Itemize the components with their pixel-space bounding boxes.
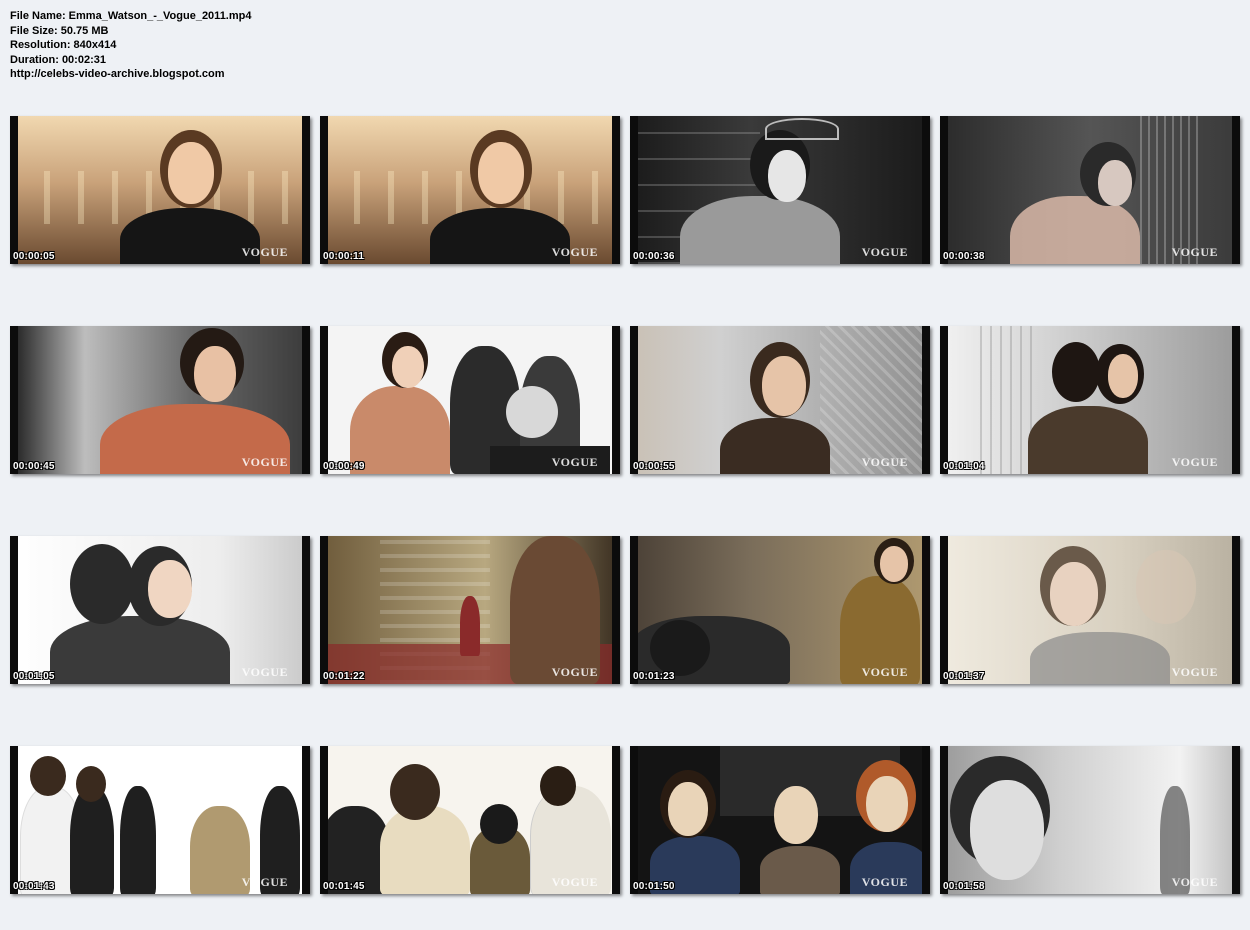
video-thumbnail[interactable]: VOGUE 00:01:04 [940,326,1240,474]
letterbox-bar [302,746,310,894]
letterbox-bar [940,326,948,474]
vogue-watermark: VOGUE [241,455,288,469]
file-size: File Size: 50.75 MB [10,24,109,37]
vogue-watermark: VOGUE [1171,665,1218,679]
thumbnail-timestamp: 00:01:37 [943,671,985,682]
video-thumbnail[interactable]: VOGUE 00:00:11 [320,116,620,264]
thumbnail-timestamp: 00:01:45 [323,881,365,892]
video-thumbnail[interactable]: VOGUE 00:01:43 [10,746,310,894]
letterbox-bar [302,536,310,684]
letterbox-bar [1232,116,1240,264]
thumbnail-timestamp: 00:01:50 [633,881,675,892]
video-thumbnail[interactable]: VOGUE 00:00:45 [10,326,310,474]
letterbox-bar [1232,326,1240,474]
vogue-watermark: VOGUE [1171,875,1218,889]
letterbox-bar [1232,536,1240,684]
letterbox-bar [612,746,620,894]
letterbox-bar [320,536,328,684]
letterbox-bar [630,536,638,684]
vogue-watermark: VOGUE [861,245,908,259]
letterbox-bar [922,536,930,684]
letterbox-bar [922,326,930,474]
vogue-watermark: VOGUE [551,665,598,679]
thumbnail-grid: VOGUE 00:00:05 VOGUE 00:00:11 VOGUE 00:00:3… [10,116,1240,894]
thumbnail-timestamp: 00:00:38 [943,251,985,262]
letterbox-bar [320,116,328,264]
video-thumbnail[interactable]: VOGUE 00:00:36 [630,116,930,264]
vogue-watermark: VOGUE [551,875,598,889]
duration: Duration: 00:02:31 [10,53,106,66]
letterbox-bar [612,116,620,264]
vogue-watermark: VOGUE [241,245,288,259]
letterbox-bar [10,746,18,894]
letterbox-bar [320,326,328,474]
thumbnail-timestamp: 00:01:04 [943,461,985,472]
thumbnail-timestamp: 00:00:05 [13,251,55,262]
vogue-watermark: VOGUE [861,875,908,889]
video-thumbnail[interactable]: VOGUE 00:01:58 [940,746,1240,894]
thumbnail-timestamp: 00:01:22 [323,671,365,682]
source-url: http://celebs-video-archive.blogspot.com [10,68,225,80]
video-thumbnail[interactable]: VOGUE 00:01:37 [940,536,1240,684]
letterbox-bar [922,746,930,894]
vogue-watermark: VOGUE [241,875,288,889]
vogue-watermark: VOGUE [551,455,598,469]
video-thumbnail[interactable]: VOGUE 00:00:55 [630,326,930,474]
resolution: Resolution: 840x414 [10,39,117,51]
thumbnail-timestamp: 00:00:11 [323,251,365,262]
video-thumbnail[interactable]: VOGUE 00:01:05 [10,536,310,684]
thumbnail-timestamp: 00:01:23 [633,671,675,682]
thumbnail-timestamp: 00:00:36 [633,251,675,262]
video-thumbnail[interactable]: VOGUE 00:01:45 [320,746,620,894]
letterbox-bar [940,746,948,894]
letterbox-bar [320,746,328,894]
vogue-watermark: VOGUE [861,665,908,679]
vogue-watermark: VOGUE [1171,245,1218,259]
video-thumbnail[interactable]: VOGUE 00:01:22 [320,536,620,684]
vogue-watermark: VOGUE [861,455,908,469]
thumbnail-timestamp: 00:00:49 [323,461,365,472]
letterbox-bar [630,326,638,474]
thumbnail-timestamp: 00:01:58 [943,881,985,892]
letterbox-bar [630,746,638,894]
file-name: File Name: Emma_Watson_-_Vogue_2011.mp4 [10,10,252,22]
letterbox-bar [302,116,310,264]
letterbox-bar [630,116,638,264]
vogue-watermark: VOGUE [1171,455,1218,469]
letterbox-bar [1232,746,1240,894]
letterbox-bar [940,116,948,264]
vogue-watermark: VOGUE [241,665,288,679]
video-thumbnail[interactable]: VOGUE 00:01:23 [630,536,930,684]
file-info-header: File Name: Emma_Watson_-_Vogue_2011.mp4 … [10,9,251,82]
letterbox-bar [10,326,18,474]
video-thumbnail[interactable]: VOGUE 00:00:38 [940,116,1240,264]
letterbox-bar [612,536,620,684]
video-thumbnail[interactable]: VOGUE 00:00:05 [10,116,310,264]
video-thumbnail[interactable]: VOGUE 00:00:49 [320,326,620,474]
letterbox-bar [612,326,620,474]
letterbox-bar [10,536,18,684]
thumbnail-timestamp: 00:01:43 [13,881,55,892]
letterbox-bar [302,326,310,474]
letterbox-bar [10,116,18,264]
video-thumbnail[interactable]: VOGUE 00:01:50 [630,746,930,894]
thumbnail-timestamp: 00:00:55 [633,461,675,472]
thumbnail-timestamp: 00:01:05 [13,671,55,682]
letterbox-bar [922,116,930,264]
vogue-watermark: VOGUE [551,245,598,259]
letterbox-bar [940,536,948,684]
thumbnail-timestamp: 00:00:45 [13,461,55,472]
